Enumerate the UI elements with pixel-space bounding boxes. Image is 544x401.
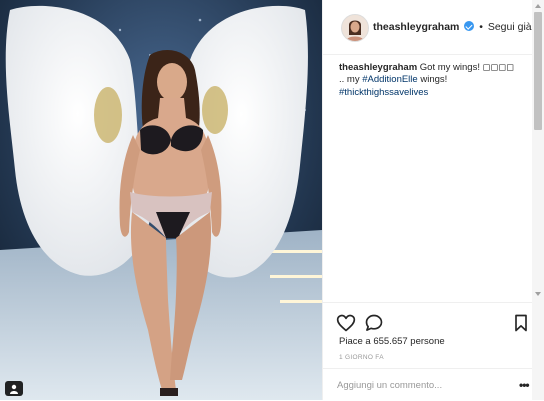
action-bar	[323, 302, 533, 339]
separator-dot: •	[479, 21, 483, 33]
scroll-up-arrow-icon[interactable]	[535, 4, 541, 8]
hashtag-thickthighssavelives[interactable]: #thickthighssavelives	[339, 87, 428, 98]
comment-button[interactable]	[364, 313, 384, 333]
avatar-image	[342, 15, 368, 41]
like-button[interactable]	[336, 313, 356, 333]
bookmark-icon	[515, 314, 527, 332]
avatar[interactable]	[341, 14, 369, 42]
scroll-thumb[interactable]	[534, 12, 542, 130]
scrollbar[interactable]	[532, 0, 544, 400]
comment-row: •••	[323, 368, 533, 401]
hashtag-additionelle[interactable]: #AdditionElle	[362, 74, 417, 85]
post-caption: theashleygraham Got my wings! ◻◻◻◻ .. my…	[339, 62, 521, 99]
caption-text-1: Got my wings!	[417, 62, 483, 73]
save-button[interactable]	[511, 313, 531, 333]
post-photo[interactable]	[0, 0, 322, 400]
comment-bubble-icon	[365, 314, 383, 331]
caption-username[interactable]: theashleygraham	[339, 62, 417, 73]
photo-image	[0, 0, 322, 400]
header-user-row: theashleygraham • Segui già	[373, 21, 532, 33]
post-timestamp[interactable]: 1 GIORNO FA	[339, 354, 384, 361]
post-sidebar: theashleygraham • Segui già theashleygra…	[322, 0, 533, 400]
username-link[interactable]: theashleygraham	[373, 21, 459, 33]
scroll-down-arrow-icon[interactable]	[535, 292, 541, 296]
person-tag-icon	[10, 384, 18, 394]
caption-emojis: ◻◻◻◻	[482, 62, 515, 73]
post-header: theashleygraham • Segui già	[323, 0, 533, 55]
more-options-button[interactable]: •••	[519, 378, 530, 392]
user-tag-button[interactable]	[5, 381, 23, 396]
likes-count[interactable]: Piace a 655.657 persone	[339, 336, 445, 347]
comment-input[interactable]	[337, 378, 487, 392]
heart-icon	[336, 314, 356, 332]
caption-text-2: .. my	[339, 74, 363, 86]
verified-badge-icon	[464, 21, 475, 31]
caption-text-3: wings!	[417, 74, 448, 86]
following-button[interactable]: Segui già	[488, 21, 532, 33]
